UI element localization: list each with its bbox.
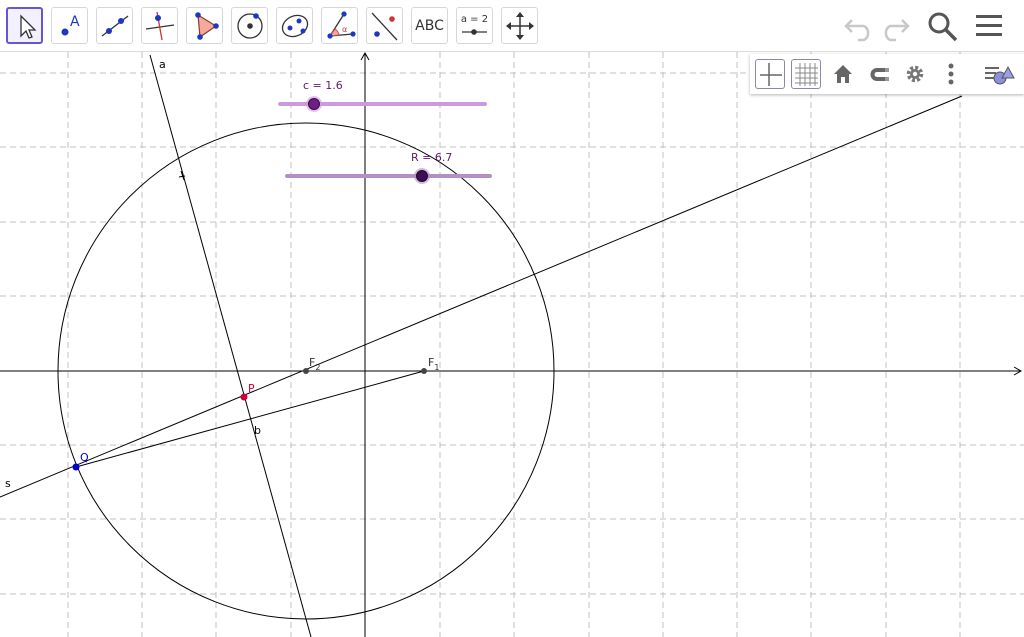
undo-button[interactable] bbox=[842, 10, 876, 42]
line-a[interactable] bbox=[149, 54, 312, 637]
slider-r-label: R = 6.7 bbox=[411, 151, 452, 164]
tool-line[interactable] bbox=[96, 7, 133, 44]
tool-reflect-about-line[interactable] bbox=[366, 7, 403, 44]
move-arrow-icon bbox=[20, 14, 37, 39]
perpendicular-line-icon bbox=[145, 11, 175, 41]
tool-point[interactable]: A bbox=[51, 7, 88, 44]
toggle-style-bar-button[interactable] bbox=[982, 59, 1015, 89]
polygon-icon bbox=[195, 12, 219, 40]
gear-icon bbox=[906, 65, 924, 83]
slider-c-label: c = 1.6 bbox=[303, 79, 343, 92]
grid-icon bbox=[795, 63, 818, 86]
tool-move-graphics-view[interactable] bbox=[501, 7, 538, 44]
svg-text:A: A bbox=[70, 14, 80, 30]
point-p[interactable] bbox=[240, 393, 248, 401]
graphics-style-bar bbox=[750, 54, 1024, 94]
search-icon bbox=[928, 12, 958, 42]
slider-c[interactable]: c = 1.6 bbox=[278, 79, 487, 112]
point-p-label: P bbox=[248, 382, 255, 395]
point-capturing-button[interactable] bbox=[864, 59, 894, 89]
toggle-grid-button[interactable] bbox=[791, 59, 821, 89]
tool-polygon[interactable] bbox=[186, 7, 223, 44]
tool-ellipse[interactable] bbox=[276, 7, 313, 44]
point-q-label: Q bbox=[80, 451, 89, 464]
circle-center-point-icon bbox=[237, 13, 263, 39]
line-s-label: s bbox=[5, 477, 11, 490]
slider-r[interactable]: R = 6.7 bbox=[285, 151, 492, 184]
toolbar: A α ABC a = 2 bbox=[0, 0, 1024, 52]
tool-perpendicular-line[interactable] bbox=[141, 7, 178, 44]
redo-button[interactable] bbox=[878, 10, 912, 42]
svg-text:α: α bbox=[342, 25, 347, 34]
more-options-button[interactable] bbox=[936, 59, 966, 89]
text-tool-label: ABC bbox=[415, 17, 444, 34]
tool-text[interactable]: ABC bbox=[411, 7, 448, 44]
ellipse-icon bbox=[281, 14, 309, 38]
magnet-icon bbox=[870, 68, 889, 81]
undo-icon bbox=[844, 19, 870, 42]
slider-icon bbox=[462, 29, 487, 35]
style-bar-icon bbox=[985, 65, 1015, 85]
graphics-settings-button[interactable] bbox=[900, 59, 930, 89]
redo-icon bbox=[884, 19, 910, 42]
move-graphics-view-icon bbox=[506, 12, 534, 40]
tool-circle-center-point[interactable] bbox=[231, 7, 268, 44]
tool-move[interactable] bbox=[6, 7, 43, 44]
axes bbox=[0, 52, 1023, 637]
line-a-label: a bbox=[159, 58, 166, 71]
line-b-label: b bbox=[254, 424, 261, 437]
axes-icon bbox=[760, 63, 782, 86]
point-icon: A bbox=[61, 14, 80, 36]
point-q[interactable] bbox=[72, 463, 80, 471]
slider-c-point[interactable] bbox=[308, 98, 320, 110]
home-icon bbox=[834, 65, 852, 83]
more-vert-icon bbox=[948, 63, 954, 85]
standard-view-button[interactable] bbox=[828, 59, 858, 89]
point-f1-label: F1 bbox=[428, 356, 439, 372]
slider-r-point[interactable] bbox=[416, 170, 428, 182]
search-button[interactable] bbox=[926, 10, 960, 42]
reflect-icon bbox=[371, 12, 398, 41]
graphics-canvas[interactable]: c = 1.6 R = 6.7 F1 F2 P Q a b s bbox=[0, 52, 1024, 637]
tool-slider[interactable]: a = 2 bbox=[456, 7, 493, 44]
hamburger-menu-icon bbox=[976, 15, 1002, 36]
grid bbox=[0, 52, 1024, 637]
angle-icon: α bbox=[327, 11, 356, 39]
point-f1[interactable] bbox=[421, 368, 427, 374]
point-f2-label: F2 bbox=[309, 356, 320, 372]
line-icon bbox=[101, 15, 129, 37]
tool-angle[interactable]: α bbox=[321, 7, 358, 44]
main-menu-button[interactable] bbox=[972, 10, 1006, 42]
toggle-axes-button[interactable] bbox=[755, 59, 785, 89]
graphics-view[interactable]: c = 1.6 R = 6.7 F1 F2 P Q a b s bbox=[0, 52, 1024, 637]
